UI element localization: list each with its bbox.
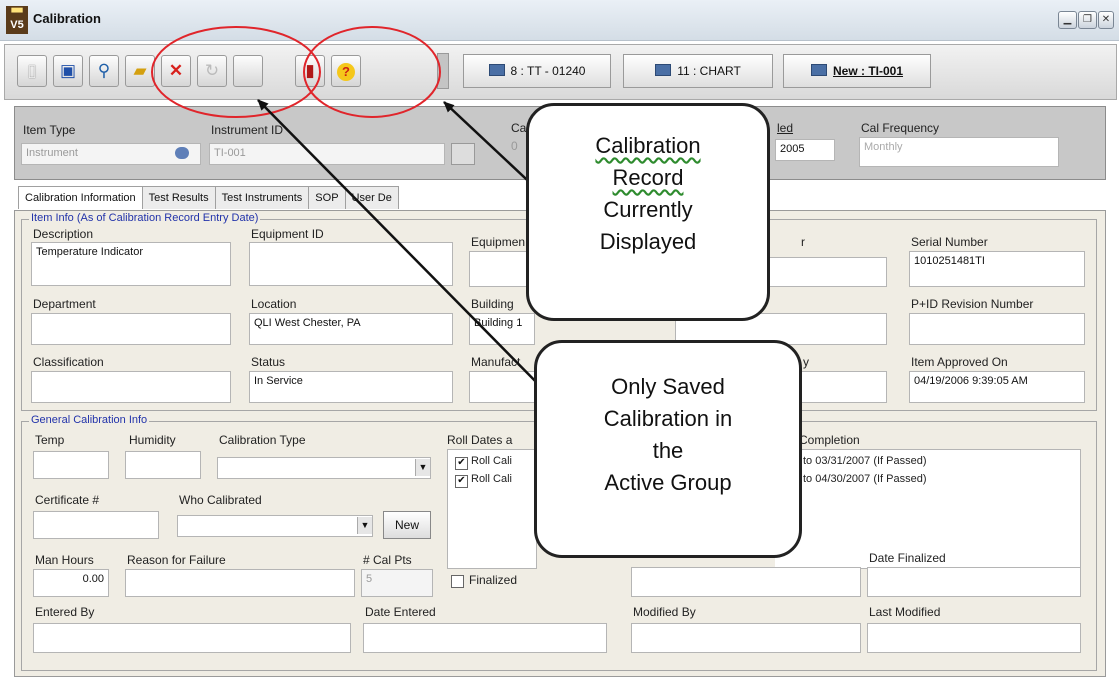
callout-line: Calibration in xyxy=(603,406,733,431)
callout-saved-calibration: Only Saved Calibration in the Active Gro… xyxy=(534,340,802,558)
callout-line: the xyxy=(652,438,684,463)
callout-line: Displayed xyxy=(599,229,697,254)
callout-line: Record xyxy=(612,165,684,190)
callout-line: Active Group xyxy=(604,470,732,495)
callout-record-displayed: Calibration Record Currently Displayed xyxy=(526,103,770,321)
callout-line: Currently xyxy=(603,197,693,222)
annotation-circle-toolbar xyxy=(151,26,321,118)
callout-line: Only Saved xyxy=(611,374,725,399)
callout-line: Calibration xyxy=(595,133,701,158)
annotation-arrow-saved xyxy=(257,99,549,395)
annotation-circle-help xyxy=(303,26,441,118)
